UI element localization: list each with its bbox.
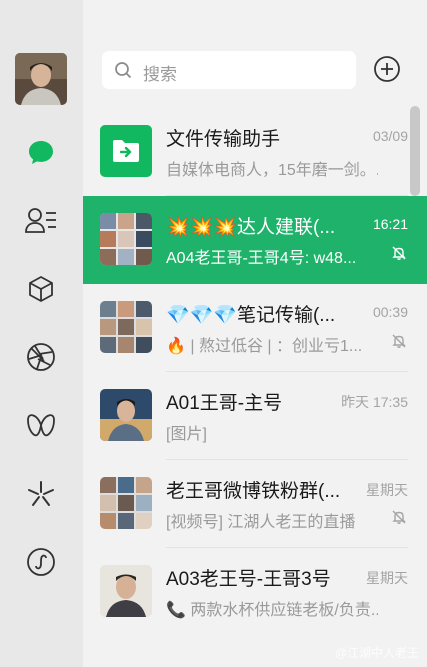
watermark: @江湖中人老王: [334, 646, 419, 660]
avatar[interactable]: [15, 53, 67, 105]
chat-time: 16:21: [372, 216, 408, 232]
chat-preview: [视频号] 江湖人老王的直播: [166, 514, 356, 531]
mini-programs-icon[interactable]: [21, 542, 61, 582]
discover-icon[interactable]: [21, 474, 61, 514]
chat-preview: 自媒体电商人，15年磨一剑。...: [166, 162, 378, 179]
chat-preview: 🔥 | 熬过低谷 | ：创业亏1...: [166, 338, 363, 355]
group-avatar: [100, 301, 152, 353]
chat-preview: A04老王哥-王哥4号: w48...: [166, 250, 357, 267]
search-icon: [114, 61, 132, 84]
add-button[interactable]: [373, 55, 401, 88]
chat-time: 03/09: [372, 128, 408, 144]
chat-title: 老王哥微博铁粉群(...: [166, 481, 341, 502]
list-item[interactable]: 💎💎💎笔记传输(... 00:39 🔥 | 熬过低谷 | ：创业亏1...: [83, 284, 427, 372]
chat-time: 星期天: [366, 570, 408, 586]
list-item[interactable]: 老王哥微博铁粉群(... 星期天 [视频号] 江湖人老王的直播: [83, 460, 427, 548]
search-input[interactable]: 搜索: [102, 51, 356, 89]
moments-icon[interactable]: [21, 337, 61, 377]
mute-icon: [391, 333, 407, 354]
plus-icon: [374, 56, 400, 82]
chat-title: 文件传输助手: [166, 129, 281, 150]
group-avatar: [100, 477, 152, 529]
chat-title: 💎💎💎笔记传输(...: [166, 305, 336, 326]
mute-icon: [391, 509, 407, 530]
contacts-icon[interactable]: [21, 200, 61, 240]
file-transfer-icon: [100, 125, 152, 177]
scrollbar[interactable]: [410, 106, 420, 196]
chat-title: 💥💥💥达人建联(...: [166, 217, 336, 238]
chat-preview: [图片]: [166, 426, 207, 443]
favorites-icon[interactable]: [21, 269, 61, 309]
chat-icon[interactable]: [21, 133, 61, 173]
chat-list-panel: 搜索 文件传输助手 03/09 自媒体电商人，15年磨一剑。... 💥💥💥达人建…: [83, 0, 427, 667]
chat-preview: 📞 两款水杯供应链老板/负责...: [166, 602, 378, 619]
chat-title: A03老王号-王哥3号: [166, 569, 331, 590]
avatar: [100, 389, 152, 441]
avatar: [100, 565, 152, 617]
chat-time: 00:39: [372, 304, 408, 320]
list-item[interactable]: A03老王号-王哥3号 星期天 📞 两款水杯供应链老板/负责...: [83, 548, 427, 636]
channels-icon[interactable]: [21, 405, 61, 445]
list-item[interactable]: 💥💥💥达人建联(... 16:21 A04老王哥-王哥4号: w48...: [83, 196, 427, 284]
list-item[interactable]: 文件传输助手 03/09 自媒体电商人，15年磨一剑。...: [83, 108, 427, 196]
mute-icon: [391, 245, 407, 266]
list-item[interactable]: A01王哥-主号 昨天 17:35 [图片]: [83, 372, 427, 460]
chat-time: 星期天: [366, 482, 408, 498]
chat-title: A01王哥-主号: [166, 393, 283, 414]
chat-time: 昨天 17:35: [341, 394, 408, 410]
sidebar: [0, 0, 83, 667]
group-avatar: [100, 213, 152, 265]
search-placeholder: 搜索: [143, 65, 177, 84]
